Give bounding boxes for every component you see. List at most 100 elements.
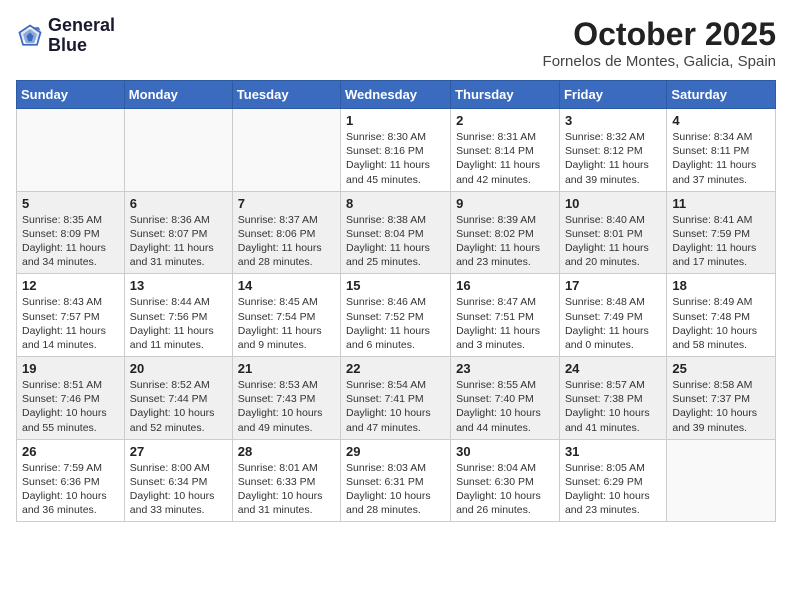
weekday-header-row: SundayMondayTuesdayWednesdayThursdayFrid… — [17, 81, 776, 109]
day-info: Sunrise: 8:43 AM Sunset: 7:57 PM Dayligh… — [22, 295, 119, 352]
day-info: Sunrise: 8:41 AM Sunset: 7:59 PM Dayligh… — [672, 213, 770, 270]
calendar-cell: 10 Sunrise: 8:40 AM Sunset: 8:01 PM Dayli… — [559, 191, 666, 274]
calendar-cell: 14Sunrise: 8:45 AM Sunset: 7:54 PM Dayli… — [232, 274, 340, 357]
calendar-week-row: 19 Sunrise: 8:51 AM Sunset: 7:46 PM Dayli… — [17, 357, 776, 440]
day-number: 16 — [456, 278, 554, 293]
calendar-week-row: 12 Sunrise: 8:43 AM Sunset: 7:57 PM Dayli… — [17, 274, 776, 357]
day-number: 13 — [130, 278, 227, 293]
calendar-week-row: 5Sunrise: 8:35 AM Sunset: 8:09 PM Daylig… — [17, 191, 776, 274]
day-info: Sunrise: 8:32 AM Sunset: 8:12 PM Dayligh… — [565, 130, 661, 187]
day-number: 23 — [456, 361, 554, 376]
day-info: Sunrise: 8:35 AM Sunset: 8:09 PM Dayligh… — [22, 213, 119, 270]
calendar-cell: 20 Sunrise: 8:52 AM Sunset: 7:44 PM Dayli… — [124, 357, 232, 440]
calendar-week-row: 26Sunrise: 7:59 AM Sunset: 6:36 PM Dayli… — [17, 439, 776, 522]
calendar-cell — [17, 109, 125, 192]
day-info: Sunrise: 8:54 AM Sunset: 7:41 PM Dayligh… — [346, 378, 445, 435]
day-info: Sunrise: 8:34 AM Sunset: 8:11 PM Dayligh… — [672, 130, 770, 187]
day-number: 30 — [456, 444, 554, 459]
weekday-header-monday: Monday — [124, 81, 232, 109]
day-number: 9 — [456, 196, 554, 211]
day-number: 14 — [238, 278, 335, 293]
day-info: Sunrise: 8:04 AM Sunset: 6:30 PM Dayligh… — [456, 461, 554, 518]
calendar-cell: 2Sunrise: 8:31 AM Sunset: 8:14 PM Daylig… — [451, 109, 560, 192]
day-number: 10 — [565, 196, 661, 211]
calendar-cell: 4 Sunrise: 8:34 AM Sunset: 8:11 PM Daylig… — [667, 109, 776, 192]
day-info: Sunrise: 8:05 AM Sunset: 6:29 PM Dayligh… — [565, 461, 661, 518]
day-info: Sunrise: 8:48 AM Sunset: 7:49 PM Dayligh… — [565, 295, 661, 352]
day-info: Sunrise: 8:51 AM Sunset: 7:46 PM Dayligh… — [22, 378, 119, 435]
calendar-cell: 31 Sunrise: 8:05 AM Sunset: 6:29 PM Dayli… — [559, 439, 666, 522]
day-info: Sunrise: 8:03 AM Sunset: 6:31 PM Dayligh… — [346, 461, 445, 518]
day-info: Sunrise: 8:44 AM Sunset: 7:56 PM Dayligh… — [130, 295, 227, 352]
weekday-header-saturday: Saturday — [667, 81, 776, 109]
calendar-cell: 13 Sunrise: 8:44 AM Sunset: 7:56 PM Dayli… — [124, 274, 232, 357]
day-number: 26 — [22, 444, 119, 459]
calendar-cell: 27 Sunrise: 8:00 AM Sunset: 6:34 PM Dayli… — [124, 439, 232, 522]
day-number: 6 — [130, 196, 227, 211]
calendar-cell: 5Sunrise: 8:35 AM Sunset: 8:09 PM Daylig… — [17, 191, 125, 274]
day-info: Sunrise: 8:31 AM Sunset: 8:14 PM Dayligh… — [456, 130, 554, 187]
day-number: 15 — [346, 278, 445, 293]
day-info: Sunrise: 8:49 AM Sunset: 7:48 PM Dayligh… — [672, 295, 770, 352]
day-number: 7 — [238, 196, 335, 211]
day-number: 31 — [565, 444, 661, 459]
day-info: Sunrise: 8:39 AM Sunset: 8:02 PM Dayligh… — [456, 213, 554, 270]
calendar-cell: 28 Sunrise: 8:01 AM Sunset: 6:33 PM Dayli… — [232, 439, 340, 522]
day-number: 4 — [672, 113, 770, 128]
calendar-cell: 26Sunrise: 7:59 AM Sunset: 6:36 PM Dayli… — [17, 439, 125, 522]
day-number: 28 — [238, 444, 335, 459]
location: Fornelos de Montes, Galicia, Spain — [543, 53, 776, 70]
weekday-header-tuesday: Tuesday — [232, 81, 340, 109]
day-info: Sunrise: 8:58 AM Sunset: 7:37 PM Dayligh… — [672, 378, 770, 435]
day-number: 29 — [346, 444, 445, 459]
title-area: October 2025 Fornelos de Montes, Galicia… — [543, 16, 776, 70]
calendar-cell: 9 Sunrise: 8:39 AM Sunset: 8:02 PM Daylig… — [451, 191, 560, 274]
day-number: 18 — [672, 278, 770, 293]
day-number: 27 — [130, 444, 227, 459]
calendar-cell: 23 Sunrise: 8:55 AM Sunset: 7:40 PM Dayli… — [451, 357, 560, 440]
calendar-cell: 6Sunrise: 8:36 AM Sunset: 8:07 PM Daylig… — [124, 191, 232, 274]
day-number: 11 — [672, 196, 770, 211]
calendar-cell: 11 Sunrise: 8:41 AM Sunset: 7:59 PM Dayli… — [667, 191, 776, 274]
calendar-week-row: 1 Sunrise: 8:30 AM Sunset: 8:16 PM Daylig… — [17, 109, 776, 192]
day-number: 25 — [672, 361, 770, 376]
weekday-header-thursday: Thursday — [451, 81, 560, 109]
day-info: Sunrise: 8:52 AM Sunset: 7:44 PM Dayligh… — [130, 378, 227, 435]
calendar-cell: 16Sunrise: 8:47 AM Sunset: 7:51 PM Dayli… — [451, 274, 560, 357]
weekday-header-sunday: Sunday — [17, 81, 125, 109]
day-info: Sunrise: 8:00 AM Sunset: 6:34 PM Dayligh… — [130, 461, 227, 518]
day-number: 21 — [238, 361, 335, 376]
calendar-cell: 21 Sunrise: 8:53 AM Sunset: 7:43 PM Dayli… — [232, 357, 340, 440]
calendar-cell: 1 Sunrise: 8:30 AM Sunset: 8:16 PM Daylig… — [341, 109, 451, 192]
day-info: Sunrise: 8:53 AM Sunset: 7:43 PM Dayligh… — [238, 378, 335, 435]
calendar-cell — [124, 109, 232, 192]
day-info: Sunrise: 8:37 AM Sunset: 8:06 PM Dayligh… — [238, 213, 335, 270]
calendar-cell: 30 Sunrise: 8:04 AM Sunset: 6:30 PM Dayli… — [451, 439, 560, 522]
calendar-cell: 12 Sunrise: 8:43 AM Sunset: 7:57 PM Dayli… — [17, 274, 125, 357]
calendar-cell: 15Sunrise: 8:46 AM Sunset: 7:52 PM Dayli… — [341, 274, 451, 357]
day-number: 1 — [346, 113, 445, 128]
calendar-cell: 19 Sunrise: 8:51 AM Sunset: 7:46 PM Dayli… — [17, 357, 125, 440]
day-number: 22 — [346, 361, 445, 376]
weekday-header-friday: Friday — [559, 81, 666, 109]
calendar-table: SundayMondayTuesdayWednesdayThursdayFrid… — [16, 80, 776, 522]
day-number: 12 — [22, 278, 119, 293]
logo: General Blue — [16, 16, 115, 56]
day-number: 20 — [130, 361, 227, 376]
day-number: 19 — [22, 361, 119, 376]
day-number: 24 — [565, 361, 661, 376]
calendar-cell: 18 Sunrise: 8:49 AM Sunset: 7:48 PM Dayli… — [667, 274, 776, 357]
day-info: Sunrise: 8:57 AM Sunset: 7:38 PM Dayligh… — [565, 378, 661, 435]
day-info: Sunrise: 8:55 AM Sunset: 7:40 PM Dayligh… — [456, 378, 554, 435]
day-info: Sunrise: 8:40 AM Sunset: 8:01 PM Dayligh… — [565, 213, 661, 270]
logo-text: General Blue — [48, 16, 115, 56]
month-title: October 2025 — [543, 16, 776, 53]
calendar-cell — [232, 109, 340, 192]
day-info: Sunrise: 8:30 AM Sunset: 8:16 PM Dayligh… — [346, 130, 445, 187]
calendar-cell: 22 Sunrise: 8:54 AM Sunset: 7:41 PM Dayli… — [341, 357, 451, 440]
calendar-cell: 24 Sunrise: 8:57 AM Sunset: 7:38 PM Dayli… — [559, 357, 666, 440]
weekday-header-wednesday: Wednesday — [341, 81, 451, 109]
day-info: Sunrise: 8:01 AM Sunset: 6:33 PM Dayligh… — [238, 461, 335, 518]
calendar-cell: 29 Sunrise: 8:03 AM Sunset: 6:31 PM Dayli… — [341, 439, 451, 522]
calendar-cell: 7 Sunrise: 8:37 AM Sunset: 8:06 PM Daylig… — [232, 191, 340, 274]
